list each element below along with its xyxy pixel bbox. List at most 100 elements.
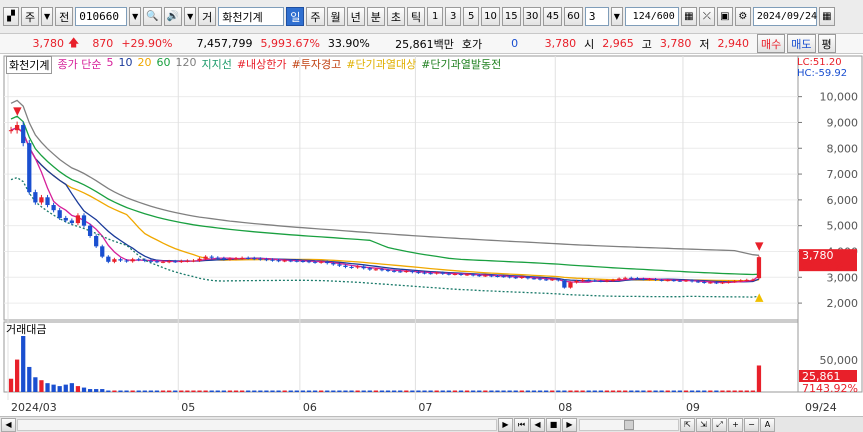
interval-60-button[interactable]: 60 bbox=[564, 7, 583, 26]
chart-legend: 화천기계 종가 단순 5 10 20 60 120 지지선 #내상한가 #투자경… bbox=[6, 56, 506, 74]
layout-icon[interactable]: ▞ bbox=[3, 7, 19, 26]
interval-1-button[interactable]: 1 bbox=[427, 7, 444, 26]
volume-bar bbox=[355, 390, 360, 392]
zoom-thumb[interactable] bbox=[624, 419, 634, 430]
scroll-left-icon[interactable]: ◀ bbox=[1, 417, 16, 432]
interval-15-button[interactable]: 15 bbox=[501, 7, 521, 26]
volume-bar bbox=[294, 390, 299, 392]
zoom-out-icon[interactable]: ⇲ bbox=[696, 417, 711, 432]
candle-body bbox=[720, 282, 725, 284]
volume-bar bbox=[477, 390, 482, 392]
period-type-button[interactable]: 전 bbox=[55, 7, 74, 26]
volume-bar bbox=[57, 386, 62, 392]
y-tick-label: 7,000 bbox=[827, 168, 859, 181]
interval-45-button[interactable]: 45 bbox=[543, 7, 563, 26]
candle-body bbox=[616, 278, 622, 280]
y-tick-label: 10,000 bbox=[820, 91, 859, 104]
tool-icon[interactable]: ⤫ bbox=[698, 7, 715, 26]
interval-30-button[interactable]: 30 bbox=[522, 7, 542, 26]
stock-name-field[interactable]: 화천기계 bbox=[218, 7, 285, 26]
candle-body bbox=[410, 271, 415, 273]
candle-body bbox=[203, 256, 208, 259]
candle-body bbox=[398, 271, 403, 273]
candle-body bbox=[319, 261, 324, 263]
fit-icon[interactable]: ⤢ bbox=[712, 417, 727, 432]
period-month-button[interactable]: 월 bbox=[326, 7, 345, 26]
legend-ma10: 10 bbox=[118, 56, 133, 69]
volume-bar bbox=[665, 390, 670, 392]
grid-icon[interactable]: ▦ bbox=[680, 7, 697, 26]
sell-button[interactable]: 매도 bbox=[787, 34, 816, 53]
stock-code-input[interactable]: 010660 bbox=[75, 7, 128, 26]
volume-value: 7,457,799 bbox=[196, 37, 253, 50]
first-icon[interactable]: ⏮ bbox=[514, 417, 529, 432]
candle-body bbox=[610, 279, 616, 281]
save-icon[interactable]: ▣ bbox=[716, 7, 733, 26]
volume-bar bbox=[647, 390, 652, 392]
scroll-right-icon[interactable]: ▶ bbox=[498, 417, 513, 432]
volume-bar bbox=[689, 390, 695, 392]
code-dropdown-icon[interactable]: ▼ bbox=[129, 7, 142, 26]
volume-bar bbox=[391, 390, 397, 392]
eval-button[interactable]: 평 bbox=[817, 34, 836, 53]
candle-body bbox=[239, 257, 245, 259]
volume-bar bbox=[616, 390, 622, 392]
volume-bar bbox=[264, 390, 269, 392]
volume-bar bbox=[592, 390, 597, 392]
period-week-button[interactable]: 주 bbox=[306, 7, 325, 26]
stop-icon[interactable]: ■ bbox=[546, 417, 561, 432]
next-icon[interactable]: ▶ bbox=[562, 417, 577, 432]
price-chart[interactable]: 10,0009,0008,0007,0006,0005,0004,0003,00… bbox=[0, 54, 863, 416]
search-icon[interactable]: 🔍 bbox=[143, 7, 162, 26]
remove-icon[interactable]: − bbox=[744, 417, 759, 432]
candle-body bbox=[483, 275, 488, 277]
candle-body bbox=[671, 280, 676, 282]
interval-10-button[interactable]: 10 bbox=[481, 7, 500, 26]
candle-body bbox=[112, 259, 117, 262]
interval-3-button[interactable]: 3 bbox=[445, 7, 462, 26]
candle-body bbox=[665, 280, 670, 282]
sound-dropdown-icon[interactable]: ▼ bbox=[184, 7, 197, 26]
current-price: 3,780 bbox=[32, 37, 65, 50]
period-second-button[interactable]: 초 bbox=[386, 7, 406, 26]
candle-body bbox=[495, 276, 500, 277]
market-dropdown-icon[interactable]: ▼ bbox=[41, 7, 54, 26]
period-minute-button[interactable]: 분 bbox=[366, 7, 385, 26]
volume-bar bbox=[556, 390, 561, 392]
settings-icon[interactable]: ⚙ bbox=[734, 7, 751, 26]
volume-bar bbox=[343, 390, 348, 392]
text-size-icon[interactable]: A bbox=[760, 417, 775, 432]
date-input[interactable]: 2024/09/24 bbox=[752, 7, 817, 26]
period-year-button[interactable]: 년 bbox=[346, 7, 365, 26]
calendar-icon[interactable]: ▦ bbox=[818, 7, 835, 26]
interval-5-button[interactable]: 5 bbox=[463, 7, 480, 26]
market-select[interactable]: 주 bbox=[21, 7, 40, 26]
candle-body bbox=[458, 273, 464, 275]
candle-body bbox=[118, 259, 123, 261]
volume-bar bbox=[513, 390, 518, 392]
zoom-track[interactable] bbox=[579, 418, 679, 431]
count-input[interactable]: 124/600 bbox=[624, 7, 679, 26]
candle-body bbox=[629, 277, 634, 279]
volume-bar bbox=[404, 390, 409, 392]
volume-bar bbox=[714, 390, 719, 392]
volume-bar bbox=[501, 390, 506, 392]
horizontal-scrollbar[interactable]: ◀ ▶ ⏮ ◀ ■ ▶ ⇱ ⇲ ⤢ + − A bbox=[0, 416, 863, 432]
interval-dropdown-icon[interactable]: ▼ bbox=[610, 7, 623, 26]
period-tick-button[interactable]: 틱 bbox=[407, 7, 426, 26]
volume-bar bbox=[130, 390, 135, 392]
prev-icon[interactable]: ◀ bbox=[530, 417, 545, 432]
volume-bar bbox=[221, 390, 226, 392]
interval-input[interactable]: 3 bbox=[584, 7, 609, 26]
volume-bar bbox=[574, 390, 579, 392]
period-day-button[interactable]: 일 bbox=[286, 7, 305, 26]
zoom-in-icon[interactable]: ⇱ bbox=[680, 417, 695, 432]
candle-body bbox=[179, 261, 184, 263]
add-icon[interactable]: + bbox=[728, 417, 743, 432]
sound-icon[interactable]: 🔊 bbox=[163, 7, 183, 26]
buy-button[interactable]: 매수 bbox=[757, 34, 786, 53]
volume-bar bbox=[173, 390, 178, 392]
scroll-track[interactable] bbox=[17, 418, 497, 431]
candle-body bbox=[142, 259, 147, 261]
volume-bar bbox=[233, 390, 239, 392]
